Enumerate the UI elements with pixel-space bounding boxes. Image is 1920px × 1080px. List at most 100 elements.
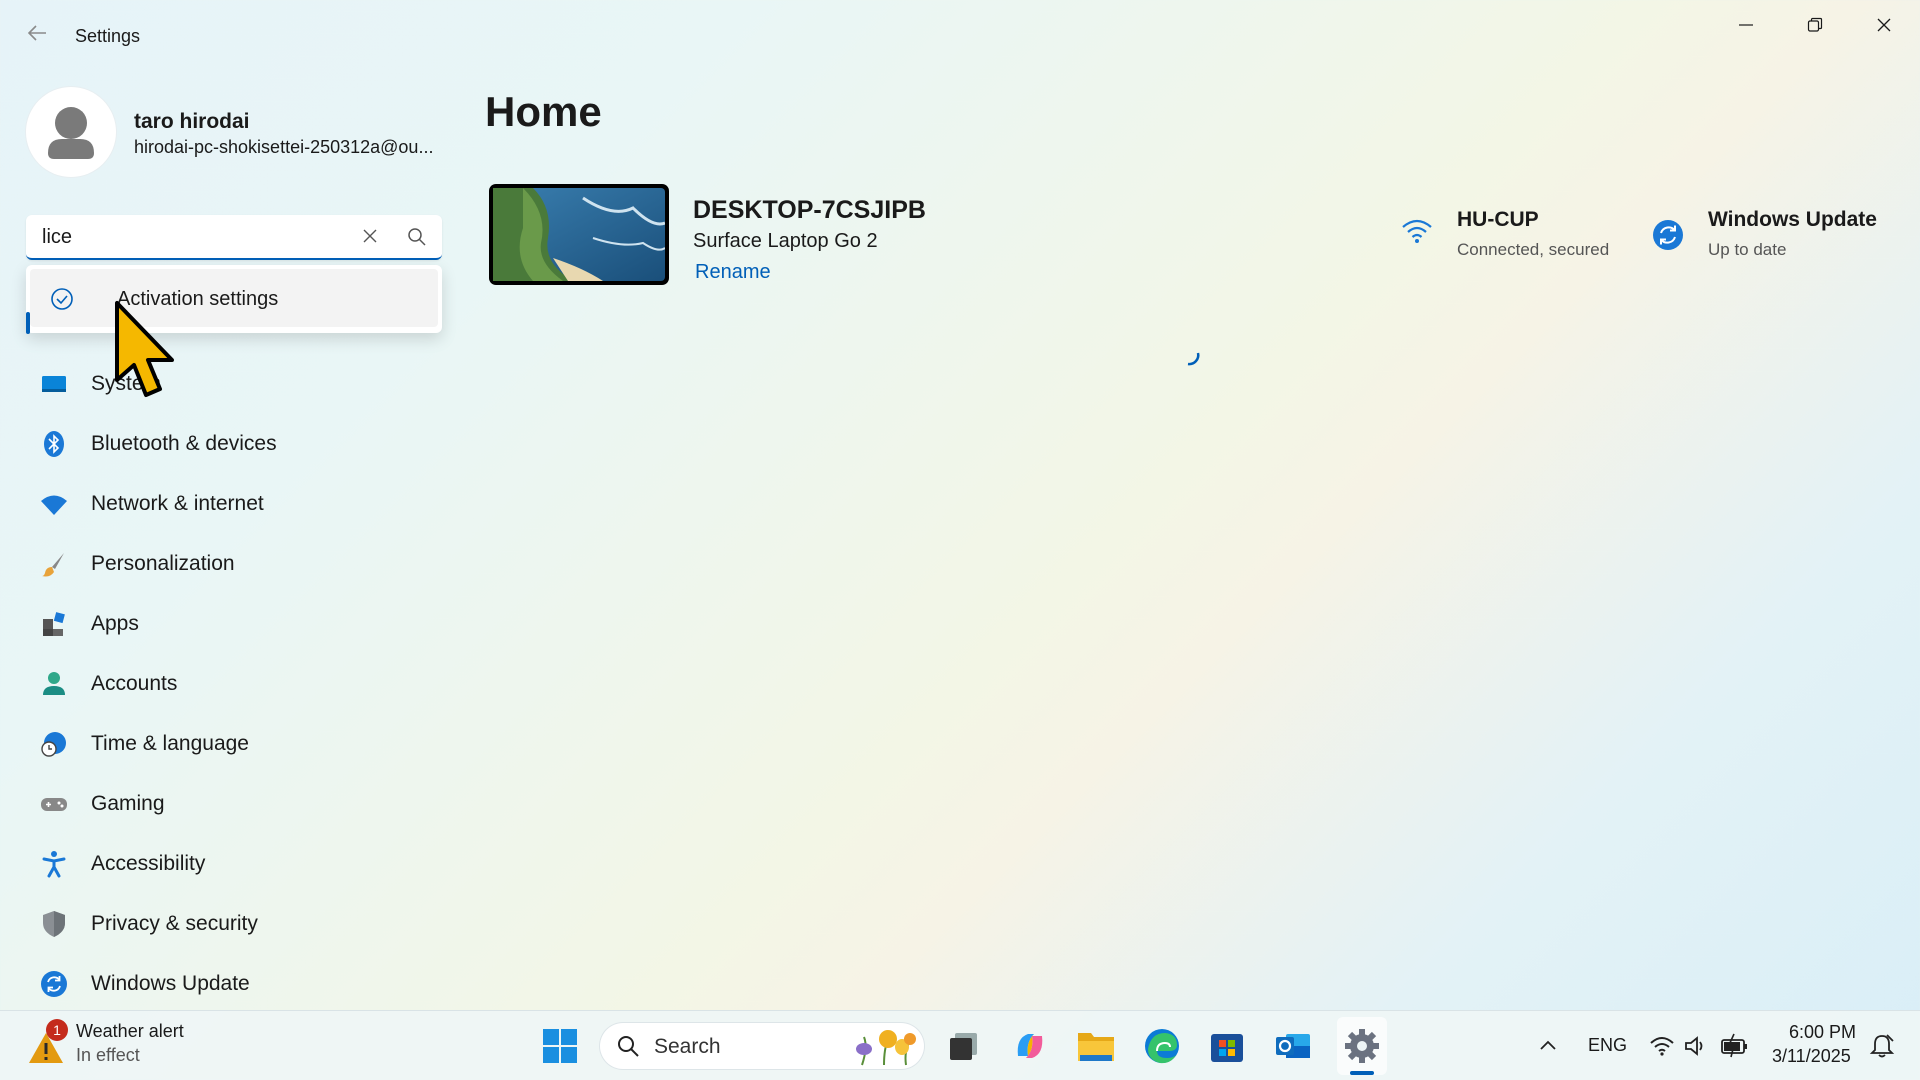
- taskbar: 1 Weather alert In effect Search ENG 6:0…: [0, 1010, 1920, 1080]
- sidebar-item-label: Apps: [91, 612, 139, 635]
- sidebar-item-apps[interactable]: Apps: [26, 598, 442, 648]
- sidebar-item-network[interactable]: Network & internet: [26, 478, 442, 528]
- start-button[interactable]: [540, 1026, 580, 1066]
- suggestion-activation-settings[interactable]: Activation settings: [30, 269, 438, 327]
- mouse-cursor-icon: [115, 301, 174, 397]
- taskbar-search[interactable]: Search: [600, 1023, 924, 1069]
- edge-icon: [1145, 1029, 1179, 1064]
- outlook-button[interactable]: [1273, 1026, 1313, 1066]
- network-name: HU-CUP: [1457, 208, 1539, 231]
- chevron-up-icon: [1540, 1040, 1556, 1050]
- sidebar-item-privacy-security[interactable]: Privacy & security: [26, 898, 442, 948]
- clock-time[interactable]: 6:00 PM: [1789, 1022, 1856, 1043]
- accessibility-icon: [42, 851, 66, 878]
- globe-clock-icon: [41, 732, 66, 757]
- edge-button[interactable]: [1142, 1026, 1182, 1066]
- sidebar-item-label: Personalization: [91, 552, 235, 575]
- settings-icon: [1345, 1029, 1379, 1063]
- account-icon: [43, 672, 65, 695]
- battery-tray-button[interactable]: [1715, 1026, 1755, 1066]
- search-input[interactable]: [42, 226, 342, 249]
- weather-widget[interactable]: 1 Weather alert In effect: [0, 1011, 190, 1080]
- wifi-icon: [1402, 219, 1432, 243]
- user-icon: [48, 107, 94, 159]
- sidebar-item-time-language[interactable]: Time & language: [26, 718, 442, 768]
- close-icon: [1877, 18, 1891, 32]
- close-button[interactable]: [1856, 10, 1912, 40]
- flowers-icon: [856, 1030, 916, 1066]
- sidebar-item-personalization[interactable]: Personalization: [26, 538, 442, 588]
- language-indicator[interactable]: ENG: [1588, 1035, 1627, 1056]
- notifications-button[interactable]: [1862, 1026, 1902, 1066]
- restore-icon: [1807, 17, 1823, 32]
- sidebar-item-label: Bluetooth & devices: [91, 432, 277, 455]
- running-indicator: [1350, 1071, 1374, 1075]
- device-model: Surface Laptop Go 2: [693, 230, 878, 252]
- store-button[interactable]: [1207, 1026, 1247, 1066]
- sidebar-item-bluetooth[interactable]: Bluetooth & devices: [26, 418, 442, 468]
- windows-update-status[interactable]: [1651, 218, 1685, 257]
- file-explorer-button[interactable]: [1076, 1026, 1116, 1066]
- volume-tray-button[interactable]: [1676, 1026, 1716, 1066]
- network-status[interactable]: [1400, 215, 1434, 254]
- window-title: Settings: [75, 26, 141, 46]
- user-email: hirodai-pc-shokisettei-250312a@ou...: [134, 137, 434, 157]
- restore-button[interactable]: [1787, 10, 1843, 40]
- copilot-button[interactable]: [1010, 1026, 1050, 1066]
- close-icon: [363, 229, 377, 243]
- show-hidden-icons-button[interactable]: [1528, 1026, 1568, 1066]
- sidebar-item-label: Accessibility: [91, 852, 206, 875]
- start-icon: [543, 1029, 577, 1063]
- settings-search[interactable]: [26, 215, 442, 260]
- update-icon: [41, 971, 67, 997]
- device-name: DESKTOP-7CSJIPB: [693, 196, 926, 224]
- settings-taskbar-button[interactable]: [1337, 1017, 1387, 1075]
- sidebar-item-accessibility[interactable]: Accessibility: [26, 838, 442, 888]
- network-status-text: Connected, secured: [1457, 240, 1610, 259]
- wifi-icon: [1650, 1037, 1674, 1056]
- store-icon: [1211, 1034, 1243, 1062]
- search-button[interactable]: [406, 226, 428, 248]
- sidebar-item-label: Privacy & security: [91, 912, 258, 935]
- task-view-icon: [950, 1033, 977, 1060]
- sidebar-item-label: Accounts: [91, 672, 178, 695]
- sidebar-item-label: Windows Update: [91, 972, 250, 995]
- clear-search-button[interactable]: [360, 226, 380, 246]
- search-icon: [408, 228, 426, 246]
- sidebar-item-label: Time & language: [91, 732, 249, 755]
- sidebar-item-gaming[interactable]: Gaming: [26, 778, 442, 828]
- apps-icon: [43, 612, 65, 636]
- brush-icon: [42, 553, 64, 577]
- sidebar-item-label: Gaming: [91, 792, 165, 815]
- update-icon: [1653, 220, 1683, 250]
- clock-date[interactable]: 3/11/2025: [1772, 1046, 1851, 1067]
- sidebar-item-accounts[interactable]: Accounts: [26, 658, 442, 708]
- update-status-text: Up to date: [1708, 240, 1787, 259]
- loading-spinner-icon: [1187, 352, 1200, 366]
- minimize-button[interactable]: [1718, 10, 1774, 40]
- sidebar-item-label: Network & internet: [91, 492, 264, 515]
- active-indicator: [26, 312, 30, 334]
- bluetooth-icon: [44, 431, 64, 457]
- copilot-icon: [1017, 1034, 1043, 1058]
- system-icon: [42, 376, 66, 392]
- back-button[interactable]: [22, 22, 52, 52]
- gamepad-icon: [41, 798, 67, 811]
- update-title: Windows Update: [1708, 208, 1877, 231]
- sidebar-item-windows-update[interactable]: Windows Update: [26, 958, 442, 1008]
- outlook-icon: [1276, 1034, 1310, 1058]
- notification-bell-icon: [1869, 1034, 1895, 1058]
- task-view-button[interactable]: [944, 1026, 984, 1066]
- avatar[interactable]: [26, 87, 116, 177]
- search-icon: [618, 1036, 639, 1057]
- volume-icon: [1685, 1036, 1703, 1056]
- search-suggestions: Activation settings: [26, 265, 442, 333]
- wifi-icon: [41, 495, 67, 515]
- minimize-icon: [1739, 24, 1753, 26]
- rename-link[interactable]: Rename: [695, 261, 771, 284]
- back-arrow-icon: [27, 25, 46, 41]
- weather-subtitle: In effect: [76, 1045, 140, 1065]
- sidebar-item-system[interactable]: System: [26, 358, 442, 408]
- wallpaper-thumbnail: [493, 188, 666, 281]
- check-circle-icon: [51, 288, 73, 310]
